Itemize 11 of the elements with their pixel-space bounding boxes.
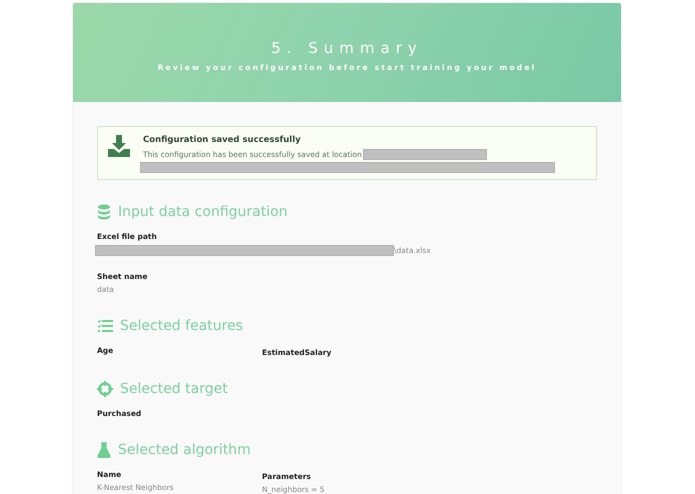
section-title: Selected algorithm: [118, 442, 251, 458]
section-icon: [97, 319, 113, 333]
page-title: 5. Summary: [271, 39, 423, 57]
section-title: Selected features: [120, 318, 243, 334]
section-title: Input data configuration: [118, 204, 288, 220]
section-icon: [97, 442, 111, 458]
notice-title: Configuration saved successfully: [143, 135, 302, 145]
download-icon: [108, 135, 130, 157]
section-icon: [97, 204, 111, 220]
section-icon: [97, 381, 113, 397]
section-title: Selected target: [120, 381, 228, 397]
